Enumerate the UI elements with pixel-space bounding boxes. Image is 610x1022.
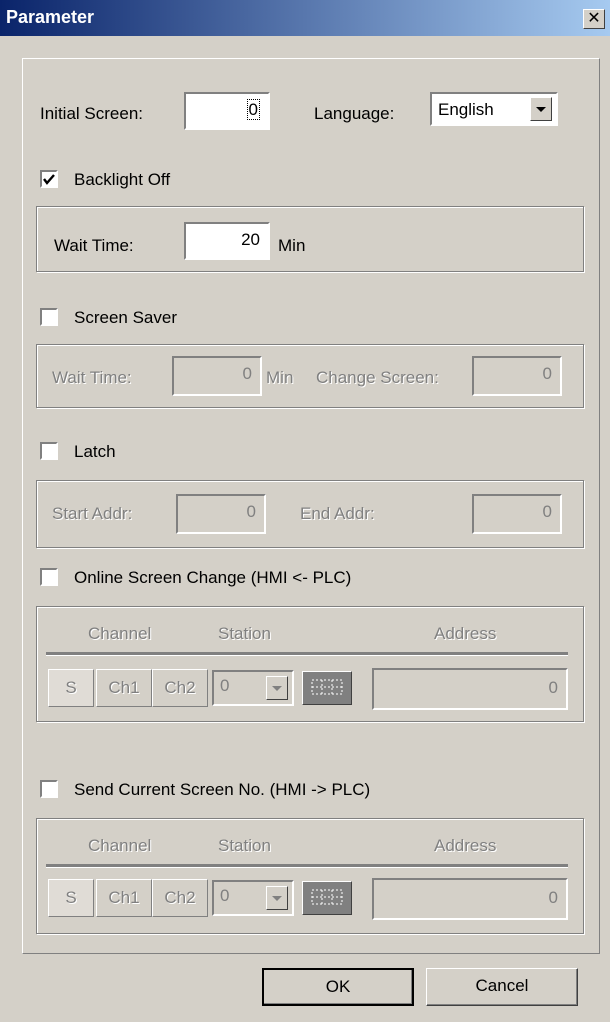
- backlight-label: Backlight Off: [74, 170, 171, 189]
- send-ch2-button[interactable]: Ch2: [152, 879, 208, 917]
- change-screen-label: Change Screen:: [316, 368, 439, 387]
- change-screen-input[interactable]: 0: [472, 356, 562, 396]
- language-value: English: [438, 100, 494, 119]
- window-title: Parameter: [6, 7, 95, 27]
- backlight-wait-input[interactable]: 20: [184, 222, 270, 260]
- backlight-wait-unit: Min: [278, 236, 306, 255]
- send-current-checkbox[interactable]: [40, 780, 58, 798]
- language-dropdown-button[interactable]: [530, 97, 552, 121]
- language-label: Language:: [314, 104, 395, 123]
- online-address-input[interactable]: 0: [372, 668, 568, 710]
- latch-label: Latch: [74, 442, 116, 461]
- online-ch1-button[interactable]: Ch1: [96, 669, 152, 707]
- close-icon: ✕: [587, 10, 601, 27]
- send-station-select[interactable]: 0: [212, 880, 294, 916]
- send-address-input[interactable]: 0: [372, 878, 568, 920]
- screen-saver-wait-input[interactable]: 0: [172, 356, 262, 396]
- latch-start-input[interactable]: 0: [176, 494, 266, 534]
- online-station-value: 0: [220, 676, 230, 695]
- latch-end-label: End Addr:: [300, 504, 375, 523]
- online-change-checkbox[interactable]: [40, 568, 58, 586]
- initial-screen-input[interactable]: 0: [184, 92, 270, 130]
- screen-saver-checkbox[interactable]: [40, 308, 58, 326]
- send-address-header: Address: [434, 836, 497, 855]
- keypad-icon: [311, 889, 343, 905]
- latch-start-label: Start Addr:: [52, 504, 133, 523]
- close-button[interactable]: ✕: [583, 9, 605, 29]
- online-header-divider: [46, 652, 568, 656]
- cancel-button[interactable]: Cancel: [426, 968, 578, 1006]
- online-s-button[interactable]: S: [48, 669, 94, 707]
- online-station-header: Station: [218, 624, 271, 643]
- language-select[interactable]: English: [430, 92, 558, 126]
- online-station-dropdown[interactable]: [266, 676, 288, 700]
- send-station-header: Station: [218, 836, 271, 855]
- online-station-select[interactable]: 0: [212, 670, 294, 706]
- screen-saver-label: Screen Saver: [74, 308, 177, 327]
- ok-button[interactable]: OK: [262, 968, 414, 1006]
- online-keypad-button[interactable]: [302, 671, 352, 705]
- send-s-button[interactable]: S: [48, 879, 94, 917]
- online-channel-header: Channel: [88, 624, 152, 643]
- screen-saver-wait-label: Wait Time:: [52, 368, 132, 387]
- send-channel-header: Channel: [88, 836, 152, 855]
- send-station-dropdown[interactable]: [266, 886, 288, 910]
- online-ch2-button[interactable]: Ch2: [152, 669, 208, 707]
- keypad-icon: [311, 679, 343, 695]
- initial-screen-label: Initial Screen:: [40, 104, 143, 123]
- send-keypad-button[interactable]: [302, 881, 352, 915]
- send-current-label: Send Current Screen No. (HMI -> PLC): [74, 780, 371, 799]
- send-station-value: 0: [220, 886, 230, 905]
- backlight-wait-label: Wait Time:: [54, 236, 134, 255]
- online-address-header: Address: [434, 624, 497, 643]
- online-change-label: Online Screen Change (HMI <- PLC): [74, 568, 352, 587]
- send-header-divider: [46, 864, 568, 868]
- check-icon: [43, 174, 55, 185]
- send-ch1-button[interactable]: Ch1: [96, 879, 152, 917]
- screen-saver-wait-unit: Min: [266, 368, 294, 387]
- chevron-down-icon: [536, 107, 546, 112]
- latch-end-input[interactable]: 0: [472, 494, 562, 534]
- chevron-down-icon: [272, 686, 282, 691]
- backlight-checkbox[interactable]: [40, 170, 58, 188]
- latch-checkbox[interactable]: [40, 442, 58, 460]
- chevron-down-icon: [272, 896, 282, 901]
